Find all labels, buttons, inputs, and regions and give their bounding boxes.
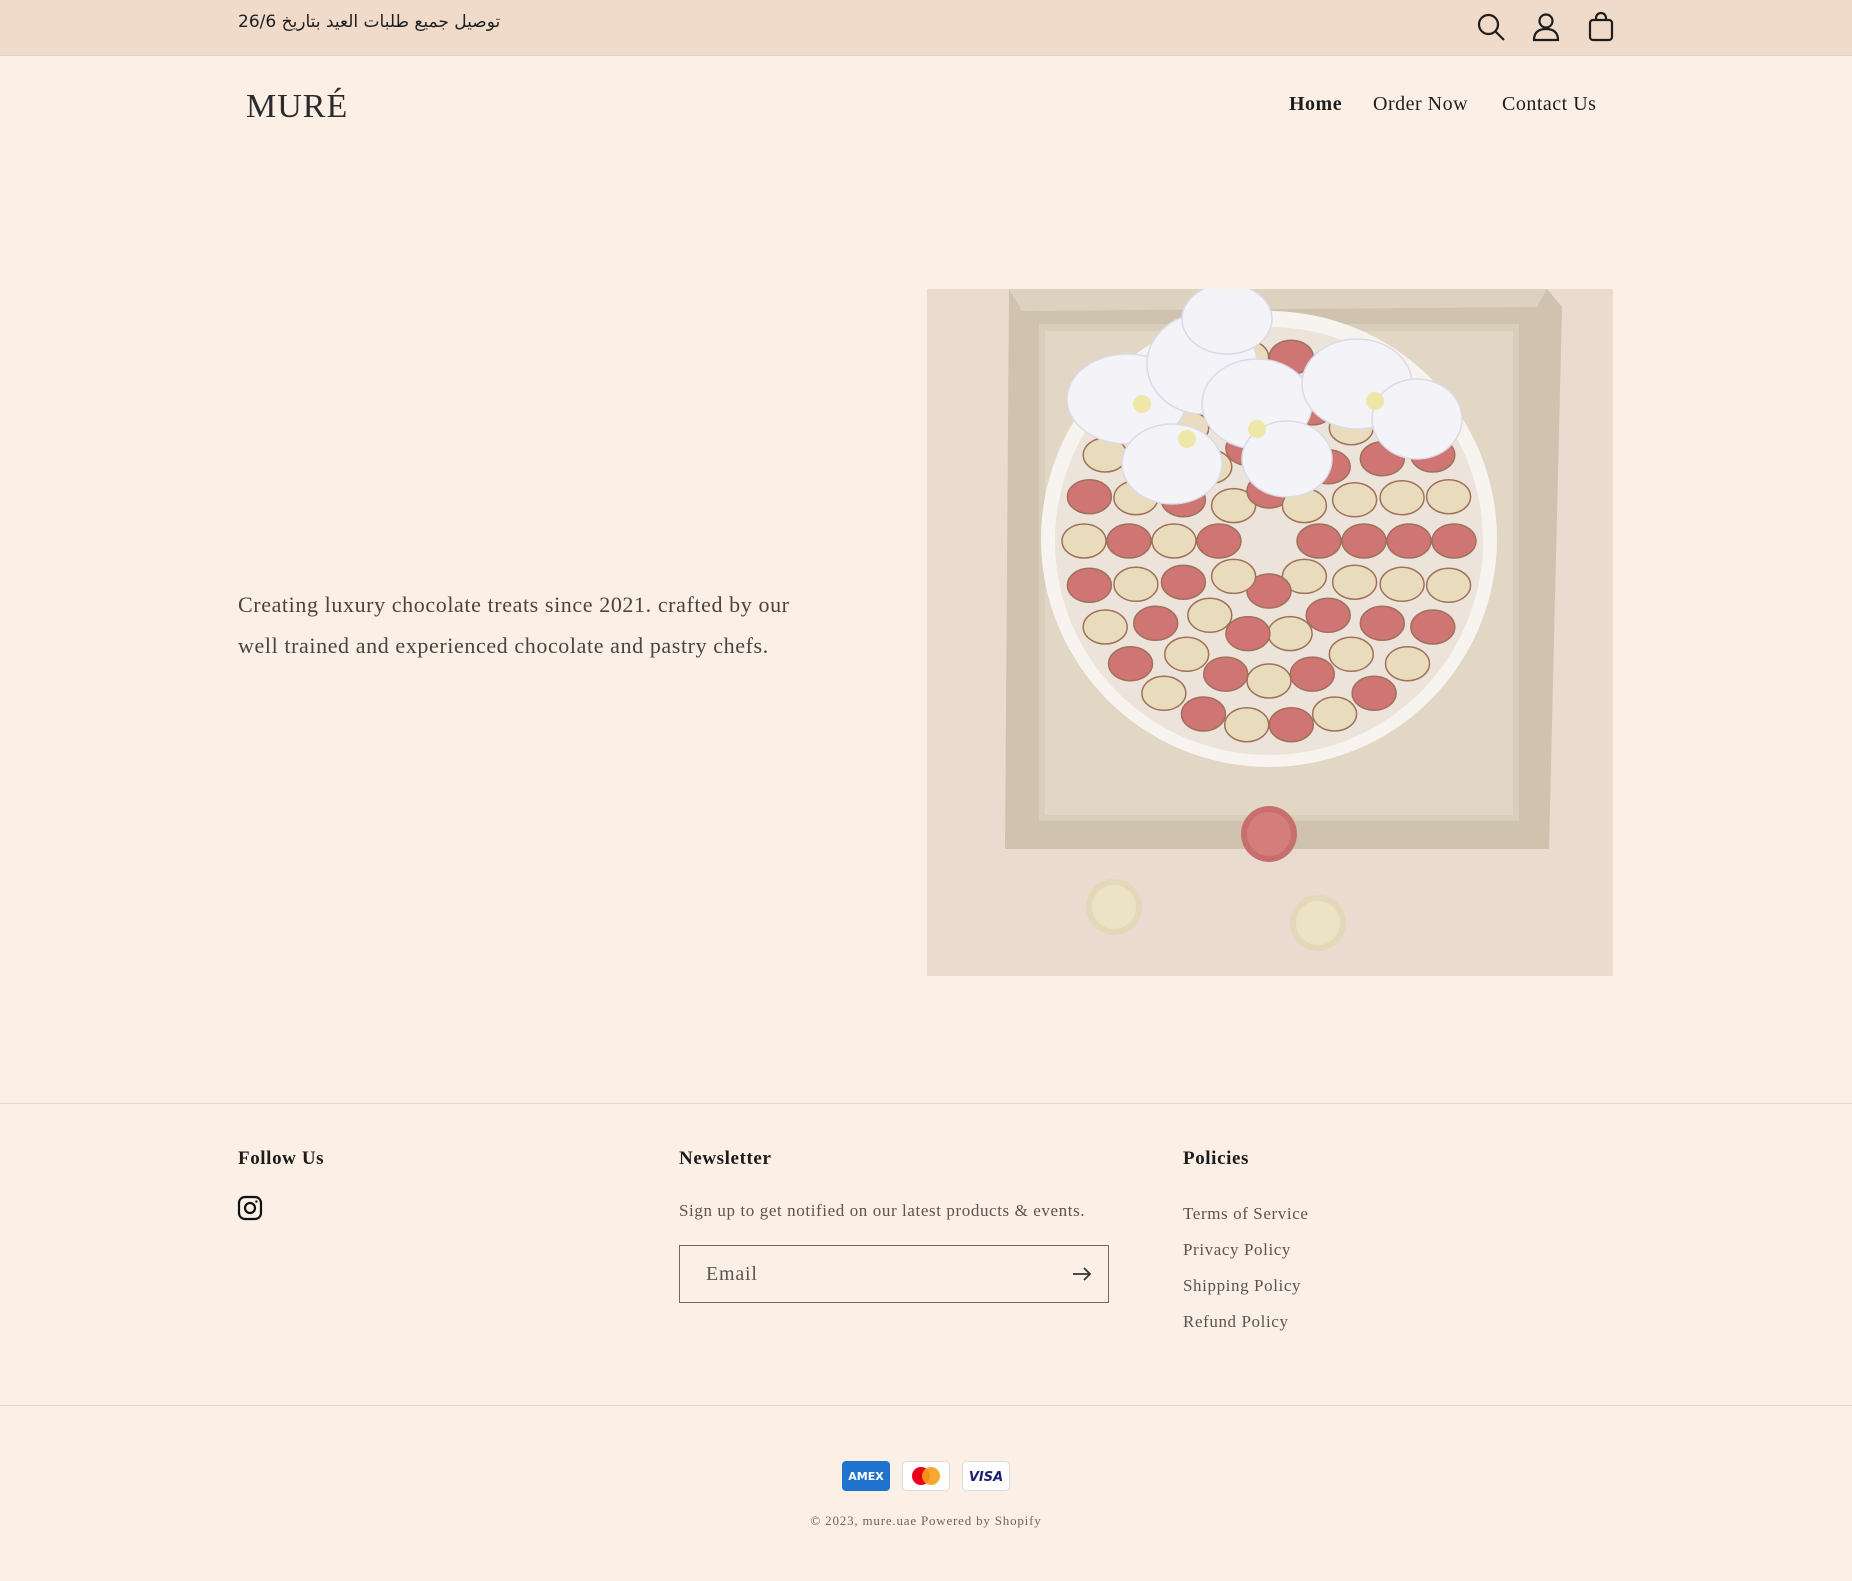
macaron — [1132, 605, 1179, 642]
macaron — [1151, 523, 1197, 559]
orchid-center — [1366, 392, 1384, 410]
policies-heading: Policies — [1183, 1148, 1250, 1169]
macaron — [1425, 567, 1472, 604]
footer-divider-top — [0, 1103, 1852, 1104]
mastercard-icon — [902, 1461, 950, 1491]
macaron — [1311, 696, 1358, 732]
macaron — [1180, 696, 1227, 732]
macaron — [1296, 523, 1342, 559]
policy-link-privacy[interactable]: Privacy Policy — [1183, 1240, 1291, 1260]
copyright-prefix: © 2023, — [810, 1513, 859, 1528]
newsletter-heading: Newsletter — [679, 1148, 772, 1169]
macaron — [1160, 564, 1207, 600]
macaron — [1351, 675, 1397, 712]
nav-contact-us[interactable]: Contact Us — [1502, 93, 1596, 116]
macaron — [1289, 656, 1336, 692]
macaron — [1379, 479, 1425, 516]
hero-image — [927, 289, 1613, 976]
account-icon[interactable] — [1529, 10, 1563, 44]
newsletter-subtitle: Sign up to get notified on our latest pr… — [679, 1201, 1086, 1220]
store-logo[interactable]: MURÉ — [246, 88, 348, 126]
visa-icon: VISA — [962, 1461, 1010, 1491]
macaron — [1341, 523, 1387, 559]
macaron — [1331, 482, 1378, 518]
macaron — [1410, 609, 1456, 645]
macaron — [1223, 706, 1270, 743]
macaron — [1066, 567, 1113, 604]
email-input[interactable] — [704, 1246, 1048, 1302]
subscribe-arrow-button[interactable] — [1070, 1262, 1094, 1286]
macaron — [1061, 523, 1107, 559]
hero-description: Creating luxury chocolate treats since 2… — [238, 592, 790, 658]
macaron — [1107, 645, 1154, 682]
cart-icon[interactable] — [1584, 10, 1618, 44]
orchid-center — [1133, 395, 1151, 413]
macaron — [1106, 523, 1152, 559]
announcement-text: توصيل جميع طلبات العيد بتاريخ 26/6 — [238, 12, 501, 32]
macaron — [1384, 645, 1431, 682]
announcement-bar: توصيل جميع طلبات العيد بتاريخ 26/6 — [0, 0, 1852, 56]
orchid-center — [1248, 420, 1266, 438]
copyright: © 2023, mure.uae Powered by Shopify — [0, 1513, 1852, 1529]
nav-order-now[interactable]: Order Now — [1373, 93, 1468, 116]
macaron — [1305, 597, 1351, 634]
amex-icon-label: AMEX — [848, 1470, 884, 1483]
macaron — [1431, 523, 1477, 559]
macaron — [1163, 636, 1210, 673]
macaron — [1113, 566, 1159, 603]
instagram-icon[interactable] — [237, 1195, 263, 1221]
macaron — [1202, 656, 1249, 692]
macaron — [1379, 566, 1425, 603]
follow-heading: Follow Us — [238, 1148, 325, 1169]
policy-link-terms[interactable]: Terms of Service — [1183, 1204, 1308, 1224]
policy-link-shipping[interactable]: Shipping Policy — [1183, 1276, 1301, 1296]
macaron — [1196, 523, 1242, 559]
macaron — [1425, 478, 1472, 515]
newsletter-form — [679, 1245, 1109, 1303]
macaron — [1210, 558, 1257, 595]
macaron — [1141, 675, 1187, 712]
macaron — [1082, 609, 1128, 645]
macaron — [1267, 615, 1313, 652]
amex-icon: AMEX — [842, 1461, 890, 1491]
visa-icon-label: VISA — [969, 1470, 1003, 1485]
orchid-petal — [1181, 289, 1273, 355]
macaron — [1359, 605, 1406, 642]
footer-divider-bottom — [0, 1405, 1852, 1406]
macaron — [1386, 523, 1432, 559]
orchid-petal — [1371, 378, 1463, 460]
macaron — [1066, 478, 1113, 515]
nav-home[interactable]: Home — [1289, 93, 1342, 116]
orchid-petal — [1121, 423, 1223, 505]
orchid-center — [1178, 430, 1196, 448]
macaron — [1331, 564, 1378, 600]
macaron — [1268, 706, 1315, 743]
macaron — [1328, 636, 1375, 673]
policy-link-refund[interactable]: Refund Policy — [1183, 1312, 1289, 1332]
search-icon[interactable] — [1474, 10, 1508, 44]
store-link[interactable]: mure.uae — [863, 1513, 917, 1528]
macaron — [1187, 597, 1233, 634]
powered-by-link[interactable]: Powered by Shopify — [921, 1513, 1042, 1528]
macaron — [1225, 615, 1271, 652]
macaron — [1246, 663, 1292, 699]
